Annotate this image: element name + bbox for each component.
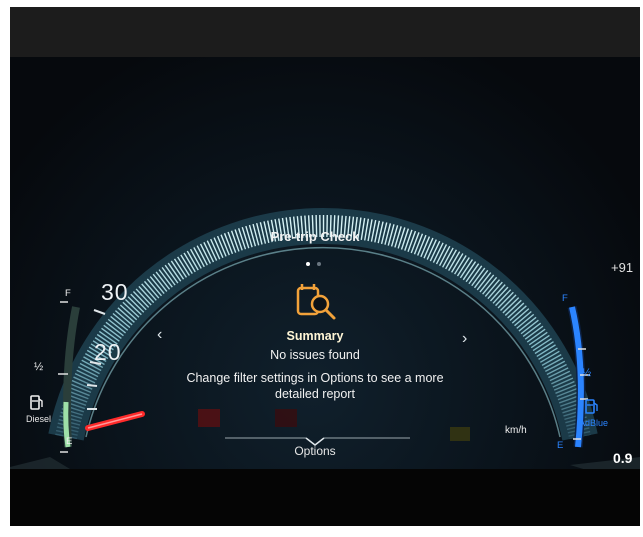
adblue-empty-label: E — [557, 440, 564, 451]
page-indicator[interactable] — [304, 253, 322, 271]
summary-title: Summary — [286, 329, 344, 343]
fuel-pump-icon — [30, 395, 44, 411]
warning-lamp-dim — [275, 409, 297, 427]
fuel-empty-label: E — [66, 436, 73, 447]
fuel-type-label: Diesel — [26, 414, 52, 424]
fuel-full-label: F — [65, 288, 71, 299]
outside-temperature: +91 — [611, 260, 634, 275]
detail-text-line2: detailed report — [275, 387, 355, 401]
detail-text-line1: Change filter settings in Options to see… — [186, 371, 444, 385]
document-magnifier-icon — [294, 282, 338, 322]
summary-status: No issues found — [270, 348, 360, 362]
page-dot-active[interactable] — [305, 262, 310, 266]
top-background — [10, 7, 640, 57]
speed-needle — [85, 411, 145, 431]
next-page-button[interactable]: › — [462, 330, 467, 348]
fuel-half-label: ½ — [34, 361, 44, 373]
page-dot-inactive[interactable] — [316, 262, 321, 266]
options-button[interactable]: Options — [255, 444, 375, 458]
adblue-half-label: ½ — [582, 367, 592, 379]
lower-background — [10, 469, 640, 526]
adblue-pump-icon — [585, 399, 599, 415]
previous-page-button[interactable]: ‹ — [157, 326, 162, 344]
speed-unit: km/h — [505, 425, 527, 436]
adblue-full-label: F — [562, 293, 568, 304]
speed-label-20: 20 — [94, 339, 122, 365]
warning-lamp-red — [198, 409, 220, 427]
speed-label-30: 30 — [101, 279, 129, 305]
panel-title: Pre-trip Check — [270, 229, 360, 244]
warning-lamp-amber — [450, 427, 470, 441]
trip-value: 0.9 — [613, 450, 633, 466]
adblue-label: AdBlue — [579, 418, 609, 428]
